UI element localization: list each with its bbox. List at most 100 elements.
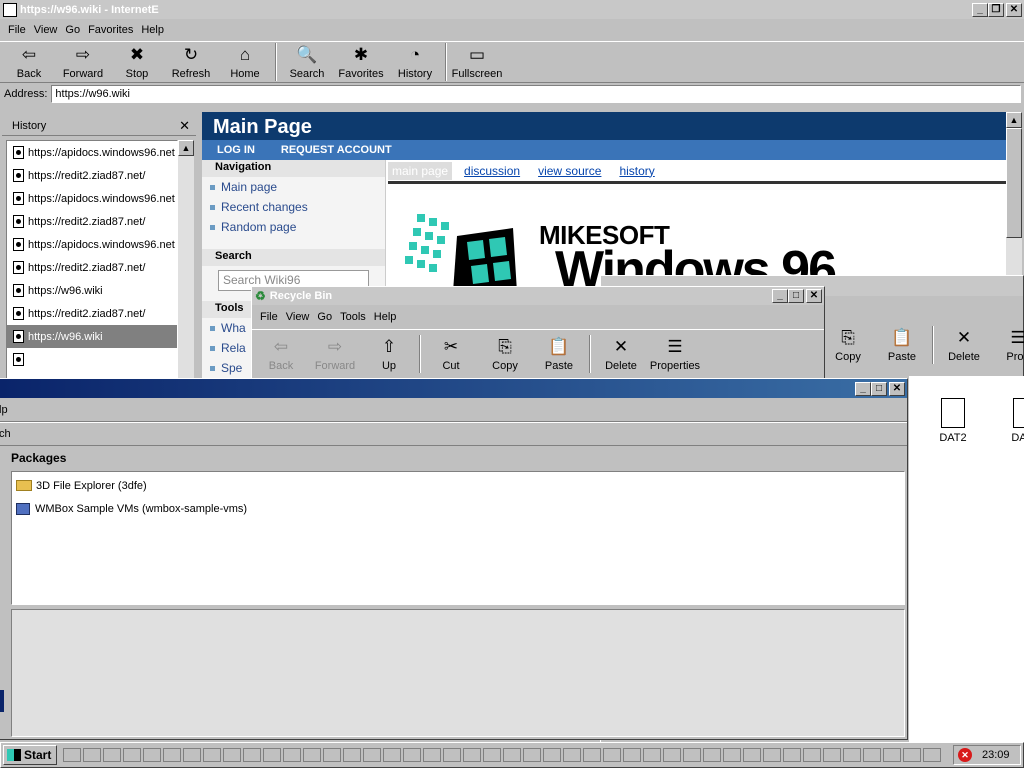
menu-file[interactable]: File: [256, 311, 282, 323]
taskbar-slot[interactable]: [703, 748, 721, 762]
taskbar-slot[interactable]: [483, 748, 501, 762]
taskbar-slot[interactable]: [463, 748, 481, 762]
taskbar-slot[interactable]: [143, 748, 161, 762]
history-item[interactable]: https://w96.wiki: [7, 279, 177, 302]
stop-button[interactable]: ✖ Stop: [110, 41, 164, 83]
taskbar-slot[interactable]: [323, 748, 341, 762]
menu-view[interactable]: View: [30, 24, 62, 36]
taskbar-slot[interactable]: [403, 748, 421, 762]
menu-help[interactable]: Help: [370, 311, 401, 323]
back-button[interactable]: ⇦ Back: [254, 333, 308, 375]
minimize-button[interactable]: _: [855, 381, 871, 396]
taskbar-slot[interactable]: [563, 748, 581, 762]
taskbar-slot[interactable]: [663, 748, 681, 762]
taskbar-slot[interactable]: [123, 748, 141, 762]
nav-link-recent-changes[interactable]: Recent changes: [202, 197, 385, 217]
taskbar-slot[interactable]: [783, 748, 801, 762]
taskbar-slot[interactable]: [63, 748, 81, 762]
properties-button[interactable]: ☰ Properties: [648, 333, 702, 375]
maximize-button[interactable]: □: [871, 381, 887, 396]
taskbar-slot[interactable]: [643, 748, 661, 762]
close-button[interactable]: ✕: [1006, 2, 1022, 17]
history-item[interactable]: https://apidocs.windows96.net: [7, 233, 177, 256]
menu-file[interactable]: File: [4, 24, 30, 36]
history-item[interactable]: https://redit2.ziad87.net/: [7, 302, 177, 325]
address-input[interactable]: https://w96.wiki: [51, 85, 1021, 103]
fullscreen-button[interactable]: ▭ Fullscreen: [450, 41, 504, 83]
tab-view-source[interactable]: view source: [538, 164, 601, 178]
up-button[interactable]: ⇧ Up: [362, 333, 416, 375]
taskbar-slot[interactable]: [163, 748, 181, 762]
menu-help-fragment[interactable]: lp: [0, 404, 8, 416]
taskbar-slot[interactable]: [443, 748, 461, 762]
page-scrollbar[interactable]: ▲: [1006, 112, 1022, 282]
forward-button[interactable]: ⇨ Forward: [56, 41, 110, 83]
maximize-button[interactable]: ❐: [988, 2, 1004, 17]
scroll-up-button[interactable]: ▲: [1006, 112, 1022, 128]
history-button[interactable]: ◔ History: [388, 41, 442, 83]
taskbar-slot[interactable]: [103, 748, 121, 762]
taskbar-slot[interactable]: [843, 748, 861, 762]
taskbar-slot[interactable]: [883, 748, 901, 762]
taskbar-slot[interactable]: [763, 748, 781, 762]
taskbar-slot[interactable]: [823, 748, 841, 762]
close-button[interactable]: ✕: [889, 381, 905, 396]
tab-history[interactable]: history: [619, 164, 654, 178]
history-item[interactable]: https://redit2.ziad87.net/: [7, 210, 177, 233]
menu-go[interactable]: Go: [313, 311, 336, 323]
menu-view[interactable]: View: [282, 311, 314, 323]
taskbar-slot[interactable]: [243, 748, 261, 762]
history-item[interactable]: https://apidocs.windows96.net: [7, 141, 177, 164]
taskbar-slot[interactable]: [283, 748, 301, 762]
home-button[interactable]: ⌂ Home: [218, 41, 272, 83]
taskbar-slot[interactable]: [523, 748, 541, 762]
refresh-button[interactable]: ↻ Refresh: [164, 41, 218, 83]
close-icon[interactable]: ✕: [179, 118, 190, 134]
history-item[interactable]: https://w96.wiki: [7, 325, 177, 348]
taskbar-slot[interactable]: [543, 748, 561, 762]
file-item[interactable]: DAT2: [925, 398, 981, 444]
taskbar-slot[interactable]: [723, 748, 741, 762]
favorites-button[interactable]: ✱ Favorites: [334, 41, 388, 83]
copy-button[interactable]: ⎘ Copy: [478, 333, 532, 375]
delete-button[interactable]: ✕ Delete: [594, 333, 648, 375]
menu-go[interactable]: Go: [61, 24, 84, 36]
search-button[interactable]: 🔍 Search: [280, 41, 334, 83]
nav-link-main-page[interactable]: Main page: [202, 177, 385, 197]
paste-button[interactable]: 📋 Paste: [875, 324, 929, 366]
taskbar-slot[interactable]: [863, 748, 881, 762]
taskbar-slot[interactable]: [303, 748, 321, 762]
taskbar-slot[interactable]: [623, 748, 641, 762]
taskbar-slot[interactable]: [683, 748, 701, 762]
copy-button[interactable]: ⎘ Copy: [821, 324, 875, 366]
taskbar-slot[interactable]: [223, 748, 241, 762]
ie-titlebar[interactable]: https://w96.wiki - InternetE _ ❐ ✕: [0, 0, 1024, 19]
history-item[interactable]: https://redit2.ziad87.net/: [7, 164, 177, 187]
menu-help[interactable]: Help: [137, 24, 168, 36]
taskbar-slot[interactable]: [503, 748, 521, 762]
history-item[interactable]: https://apidocs.windows96.net: [7, 187, 177, 210]
history-item[interactable]: https://redit2.ziad87.net/: [7, 256, 177, 279]
menu-tools[interactable]: Tools: [336, 311, 370, 323]
taskbar-slot[interactable]: [203, 748, 221, 762]
file-item[interactable]: DAT3: [997, 398, 1024, 444]
packages-titlebar[interactable]: _ □ ✕: [0, 379, 907, 398]
cut-button[interactable]: ✂ Cut: [424, 333, 478, 375]
taskbar-slot[interactable]: [903, 748, 921, 762]
taskbar-slot[interactable]: [263, 748, 281, 762]
search-fragment[interactable]: ch: [0, 428, 11, 440]
back-button[interactable]: ⇦ Back: [2, 41, 56, 83]
nav-link-random-page[interactable]: Random page: [202, 217, 385, 237]
minimize-button[interactable]: _: [772, 289, 788, 303]
start-button[interactable]: Start: [3, 745, 57, 765]
maximize-button[interactable]: □: [788, 289, 804, 303]
taskbar-slot[interactable]: [743, 748, 761, 762]
taskbar-slot[interactable]: [363, 748, 381, 762]
taskbar-slot[interactable]: [83, 748, 101, 762]
minimize-button[interactable]: _: [972, 2, 988, 17]
close-button[interactable]: ✕: [806, 289, 822, 303]
history-item[interactable]: [7, 348, 177, 371]
taskbar-slot[interactable]: [803, 748, 821, 762]
package-item[interactable]: WMBox Sample VMs (wmbox-sample-vms): [12, 497, 904, 520]
forward-button[interactable]: ⇨ Forward: [308, 333, 362, 375]
